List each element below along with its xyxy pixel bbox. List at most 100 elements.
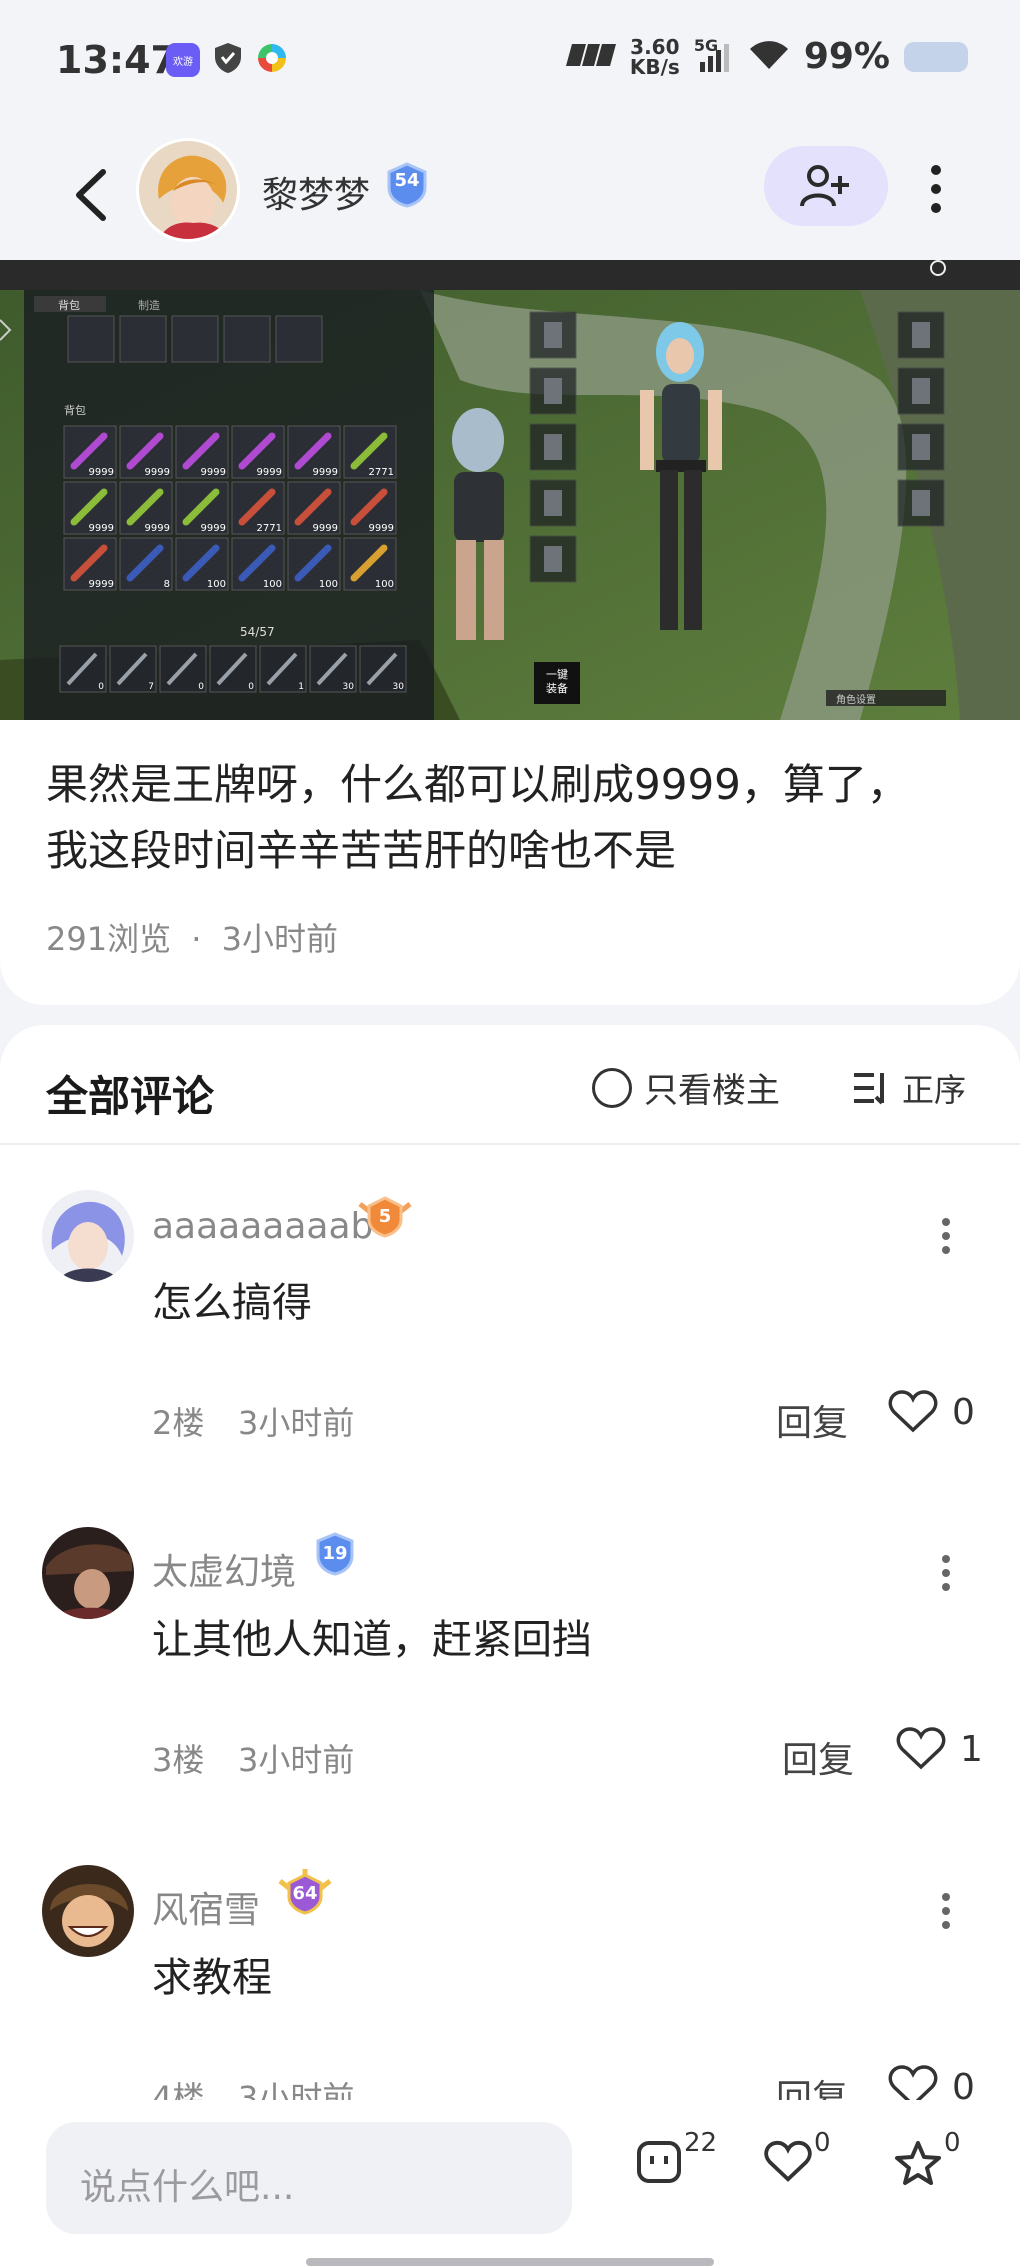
- status-right: 3.60 KB/s 5G 99%: [565, 36, 968, 77]
- comment-more-button[interactable]: [936, 1543, 956, 1603]
- item-count-text: 100: [319, 579, 338, 590]
- back-icon: [76, 169, 106, 221]
- item-count-text: 9999: [145, 467, 170, 478]
- item-count-text: 9999: [145, 523, 170, 534]
- clothing-icon: [544, 490, 562, 516]
- network-speed: 3.60 KB/s: [630, 37, 680, 77]
- comment-text: 求教程: [152, 1955, 272, 2001]
- like-post-button[interactable]: 0: [764, 2128, 831, 2184]
- comment-input[interactable]: 说点什么吧...: [46, 2122, 572, 2234]
- comment-more-button[interactable]: [936, 1881, 956, 1941]
- sort-order-button[interactable]: 正序: [852, 1065, 966, 1111]
- hotbar-count-text: 30: [343, 682, 355, 692]
- role-setting-text: 角色设置: [836, 693, 876, 706]
- comment-floor: 3楼: [152, 1741, 205, 1779]
- home-indicator[interactable]: [306, 2258, 714, 2266]
- author-level-text: 54: [394, 170, 420, 191]
- commenter-avatar[interactable]: [42, 1190, 134, 1282]
- equip-row-slot: [275, 315, 323, 363]
- item-count-text: 9999: [89, 579, 114, 590]
- status-time: 13:47: [56, 38, 177, 82]
- post-text: 果然是王牌呀，什么都可以刷成9999，算了，我这段时间辛辛苦苦肝的啥也不是: [46, 760, 909, 875]
- heart-icon: [896, 1727, 946, 1770]
- post-views: 291浏览: [46, 920, 172, 958]
- commenter-level-badge: 19: [312, 1531, 358, 1581]
- author-level-badge: 54: [386, 162, 428, 212]
- radio-icon: [592, 1067, 632, 1108]
- favorite-button[interactable]: 0: [894, 2128, 961, 2186]
- comments-header: 全部评论 只看楼主 正序: [0, 1025, 1020, 1145]
- comment-time: 3小时前: [238, 1741, 355, 1779]
- author-avatar[interactable]: [136, 138, 240, 242]
- commenter-name[interactable]: 太虚幻境: [152, 1543, 296, 1595]
- clothing-icon: [912, 434, 930, 460]
- equip-row-slot: [171, 315, 219, 363]
- comment-item: aaaaaaaaab 5 怎么搞得 2楼 3小时前 回复 0: [0, 1190, 1020, 1490]
- like-button[interactable]: 1: [896, 1727, 983, 1771]
- comments-section: 全部评论 只看楼主 正序 aaaaaaaaab 5 怎么搞得 2楼 3小时前 回…: [0, 1025, 1020, 2165]
- clothing-icon: [544, 546, 562, 572]
- shield-icon: [214, 42, 242, 78]
- comment-icon: [637, 2141, 681, 2183]
- comment-item: 太虚幻境 19 让其他人知道，赶紧回挡 3楼 3小时前 回复 1: [0, 1527, 1020, 1827]
- item-count-text: 9999: [89, 523, 114, 534]
- comment-count: 22: [684, 2128, 718, 2158]
- capacity-text: 54/57: [240, 625, 275, 639]
- equip-row-slot: [67, 315, 115, 363]
- commenter-avatar[interactable]: [42, 1865, 134, 1957]
- reply-button[interactable]: 回复: [782, 1731, 854, 1783]
- reply-button[interactable]: 回复: [776, 1394, 848, 1446]
- item-count-text: 100: [375, 579, 394, 590]
- commenter-level-text: 5: [378, 1206, 392, 1227]
- commenter-level-text: 64: [292, 1883, 318, 1904]
- item-count-text: 9999: [313, 467, 338, 478]
- more-options-button[interactable]: [914, 154, 958, 224]
- item-count-text: 2771: [369, 467, 394, 478]
- post-image[interactable]: 背包 制造 背包 9999 9999 9999 9999 9999 2771 9999 999…: [0, 260, 1020, 720]
- more-vertical-icon: [942, 1555, 950, 1591]
- commenter-name[interactable]: 风宿雪: [152, 1881, 260, 1933]
- equip-row-slot: [223, 315, 271, 363]
- wifi-icon: [748, 39, 790, 75]
- comments-button[interactable]: 22: [636, 2128, 717, 2184]
- like-button[interactable]: 0: [888, 1390, 975, 1434]
- favorite-count: 0: [944, 2128, 961, 2158]
- item-count-text: 9999: [201, 523, 226, 534]
- tab-bag-text: 背包: [58, 298, 80, 312]
- more-vertical-icon: [942, 1893, 950, 1929]
- author-name[interactable]: 黎梦梦: [262, 166, 370, 218]
- huanyou-app-label: 欢游: [173, 56, 193, 68]
- comment-more-button[interactable]: [936, 1206, 956, 1266]
- commenter-name[interactable]: aaaaaaaaab: [152, 1206, 373, 1247]
- clothing-icon: [912, 378, 930, 404]
- like-count: 1: [960, 1728, 983, 1770]
- more-vertical-icon: [942, 1218, 950, 1254]
- huanyou-app-icon: 欢游: [166, 43, 200, 77]
- only-author-label: 只看楼主: [644, 1071, 780, 1111]
- network-speed-unit: KB/s: [629, 54, 680, 79]
- item-count-text: 2771: [257, 523, 282, 534]
- clothing-icon: [912, 490, 930, 516]
- item-count-text: 9999: [313, 523, 338, 534]
- sort-icon: [854, 1073, 884, 1105]
- comment-text: 怎么搞得: [152, 1280, 312, 1326]
- clothing-icon: [544, 322, 562, 348]
- commenter-avatar[interactable]: [42, 1527, 134, 1619]
- item-count-text: 9999: [369, 523, 394, 534]
- bottom-action-bar: 说点什么吧... 22 0 0: [0, 2100, 1020, 2267]
- add-user-icon: [800, 165, 849, 207]
- hotbar-count-text: 30: [393, 682, 405, 692]
- commenter-level-badge: 64: [276, 1869, 334, 1923]
- clothing-icon: [544, 434, 562, 460]
- comments-title: 全部评论: [46, 1072, 215, 1121]
- item-count-text: 100: [207, 579, 226, 590]
- back-button[interactable]: [60, 160, 120, 230]
- post-meta: 291浏览 · 3小时前: [46, 914, 338, 960]
- follow-button[interactable]: [764, 146, 888, 226]
- like-count: 0: [952, 1391, 975, 1433]
- only-author-toggle[interactable]: 只看楼主: [592, 1063, 780, 1112]
- clothing-icon: [544, 378, 562, 404]
- comment-text: 让其他人知道，赶紧回挡: [152, 1617, 592, 1663]
- post-header: 黎梦梦 54: [0, 130, 1020, 260]
- hotbar-count-text: 0: [98, 682, 104, 692]
